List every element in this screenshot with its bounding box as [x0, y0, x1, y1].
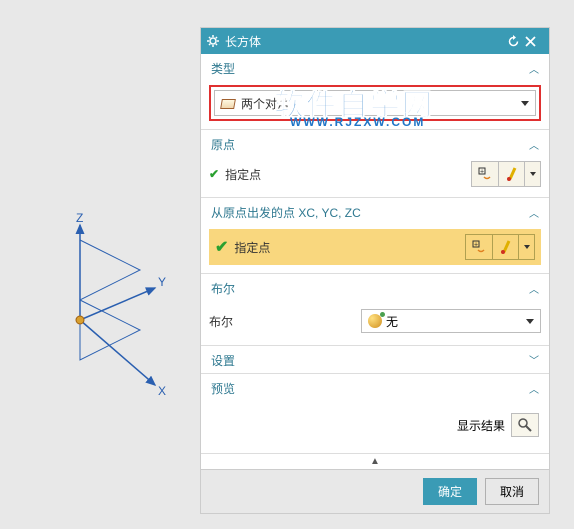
axis-label-z: Z — [76, 211, 83, 225]
type-dropdown[interactable]: 两个对角 — [214, 90, 536, 116]
section-label: 从原点出发的点 XC, YC, ZC — [211, 204, 361, 221]
chevron-up-icon: ︿ — [529, 281, 539, 296]
chevron-up-icon: ︿ — [529, 61, 539, 76]
boolean-dropdown[interactable]: 无 — [361, 309, 541, 333]
chevron-down-icon — [526, 319, 534, 324]
gear-icon[interactable] — [207, 35, 219, 47]
boolean-label: 布尔 — [209, 313, 361, 330]
dialog-title: 长方体 — [225, 33, 261, 50]
point-constructor-button[interactable] — [492, 235, 518, 259]
show-result-button[interactable] — [511, 413, 539, 437]
section-label: 设置 — [211, 352, 235, 369]
section-header-type[interactable]: 类型 ︿ — [201, 54, 549, 81]
section-header-boolean[interactable]: 布尔 ︿ — [201, 273, 549, 301]
svg-text:+: + — [480, 169, 484, 176]
collapse-bar[interactable]: ▲ — [201, 453, 549, 469]
chevron-up-icon: ︿ — [529, 137, 539, 152]
highlight-box: 两个对角 — [209, 85, 541, 121]
chevron-up-icon: ︿ — [529, 381, 539, 396]
specify-point-label: 指定点 — [225, 166, 471, 183]
point-dialog-button[interactable]: + — [466, 235, 492, 259]
dialog-footer: 确定 取消 — [201, 469, 549, 513]
viewport-gizmo: Z Y X — [40, 210, 180, 390]
close-button[interactable] — [525, 36, 543, 47]
box-icon — [221, 97, 235, 109]
chevron-down-icon — [521, 101, 529, 106]
point-constructor-button[interactable] — [498, 162, 524, 186]
none-icon — [368, 314, 382, 328]
check-icon: ✔ — [209, 167, 219, 181]
block-dialog: 长方体 类型 ︿ 两个对角 原点 ︿ ✔ 指定点 + — [200, 27, 550, 514]
reset-button[interactable] — [507, 35, 525, 48]
show-result-label: 显示结果 — [457, 417, 505, 434]
dropdown-value: 无 — [386, 313, 398, 330]
axis-label-x: X — [158, 384, 166, 398]
section-label: 类型 — [211, 60, 235, 77]
svg-text:+: + — [474, 242, 478, 249]
active-specify-point-row: ✔ 指定点 + — [209, 229, 541, 265]
point-options-dropdown[interactable] — [518, 235, 534, 259]
point-dialog-button[interactable]: + — [472, 162, 498, 186]
section-label: 预览 — [211, 380, 235, 397]
section-header-from-origin[interactable]: 从原点出发的点 XC, YC, ZC ︿ — [201, 197, 549, 225]
axis-label-y: Y — [158, 275, 166, 289]
dialog-titlebar: 长方体 — [201, 28, 549, 54]
point-tool-group: + — [471, 161, 541, 187]
section-header-preview[interactable]: 预览 ︿ — [201, 373, 549, 401]
ok-button[interactable]: 确定 — [423, 478, 477, 505]
section-label: 原点 — [211, 136, 235, 153]
specify-point-label: 指定点 — [234, 239, 465, 256]
chevron-up-icon: ︿ — [529, 205, 539, 220]
check-icon: ✔ — [215, 237, 228, 257]
section-header-settings[interactable]: 设置 ︿ — [201, 345, 549, 373]
section-label: 布尔 — [211, 280, 235, 297]
cancel-button[interactable]: 取消 — [485, 478, 539, 505]
point-options-dropdown[interactable] — [524, 162, 540, 186]
section-header-origin[interactable]: 原点 ︿ — [201, 129, 549, 157]
dropdown-value: 两个对角 — [241, 95, 289, 112]
point-tool-group-active: + — [465, 234, 535, 260]
chevron-down-icon: ︿ — [529, 353, 539, 368]
